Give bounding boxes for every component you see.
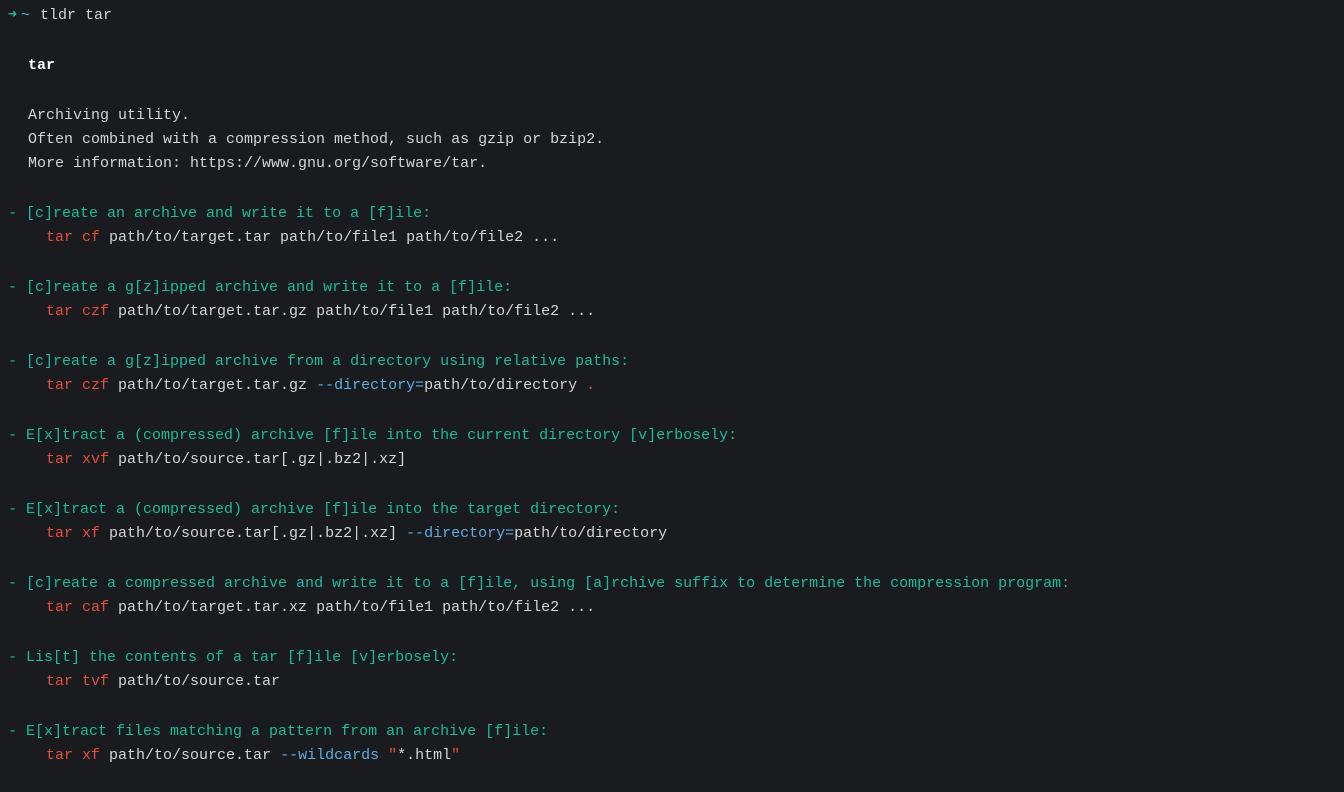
example-desc-text: [c]reate a g[z]ipped archive from a dire… <box>26 353 629 370</box>
example-desc-text: E[x]tract a (compressed) archive [f]ile … <box>26 427 737 444</box>
cmd-keyword: tar xf <box>46 747 100 764</box>
cmd-flag: --directory= <box>316 377 424 394</box>
example-desc-text: [c]reate a compressed archive and write … <box>26 575 1070 592</box>
example-description: - E[x]tract files matching a pattern fro… <box>8 720 1336 744</box>
cmd-arg: path/to/target.tar path/to/file1 path/to… <box>100 229 559 246</box>
cmd-arg: path/to/directory <box>514 525 667 542</box>
cmd-keyword: tar caf <box>46 599 109 616</box>
example-command: tar tvf path/to/source.tar <box>28 670 1336 694</box>
example-command: tar xf path/to/source.tar[.gz|.bz2|.xz] … <box>28 522 1336 546</box>
example-desc-text: Lis[t] the contents of a tar [f]ile [v]e… <box>26 649 458 666</box>
indent <box>28 525 46 542</box>
example-command: tar cf path/to/target.tar path/to/file1 … <box>28 226 1336 250</box>
bullet-dash: - <box>8 353 26 370</box>
examples-container: - [c]reate an archive and write it to a … <box>28 202 1336 768</box>
example-description: - E[x]tract a (compressed) archive [f]il… <box>8 498 1336 522</box>
cmd-arg: path/to/target.tar.gz path/to/file1 path… <box>109 303 595 320</box>
cmd-arg: path/to/directory <box>424 377 586 394</box>
example-desc-text: [c]reate an archive and write it to a [f… <box>26 205 431 222</box>
description-line: Archiving utility. <box>28 104 1336 128</box>
cmd-keyword: tar tvf <box>46 673 109 690</box>
example-description: - Lis[t] the contents of a tar [f]ile [v… <box>8 646 1336 670</box>
example-desc-text: E[x]tract a (compressed) archive [f]ile … <box>26 501 620 518</box>
example-block: - [c]reate a g[z]ipped archive and write… <box>28 276 1336 324</box>
example-description: - [c]reate a g[z]ipped archive and write… <box>8 276 1336 300</box>
description-line: Often combined with a compression method… <box>28 128 1336 152</box>
example-description: - E[x]tract a (compressed) archive [f]il… <box>8 424 1336 448</box>
description-block: Archiving utility.Often combined with a … <box>28 104 1336 176</box>
indent <box>28 303 46 320</box>
shell-prompt[interactable]: ➜ ~ tldr tar <box>8 4 1336 28</box>
cmd-arg: path/to/target.tar.xz path/to/file1 path… <box>109 599 595 616</box>
cmd-flag: --wildcards <box>280 747 388 764</box>
bullet-dash: - <box>8 279 26 296</box>
example-description: - [c]reate a compressed archive and writ… <box>8 572 1336 596</box>
cmd-keyword: " <box>388 747 397 764</box>
cmd-arg: path/to/source.tar <box>109 673 280 690</box>
example-command: tar czf path/to/target.tar.gz path/to/fi… <box>28 300 1336 324</box>
bullet-dash: - <box>8 501 26 518</box>
bullet-dash: - <box>8 575 26 592</box>
indent <box>28 451 46 468</box>
indent <box>28 599 46 616</box>
cmd-keyword: . <box>586 377 595 394</box>
example-block: - [c]reate a compressed archive and writ… <box>28 572 1336 620</box>
indent <box>28 747 46 764</box>
bullet-dash: - <box>8 723 26 740</box>
cmd-arg: path/to/target.tar.gz <box>109 377 316 394</box>
example-desc-text: E[x]tract files matching a pattern from … <box>26 723 548 740</box>
tldr-output: tar Archiving utility.Often combined wit… <box>8 54 1336 768</box>
example-block: - [c]reate a g[z]ipped archive from a di… <box>28 350 1336 398</box>
bullet-dash: - <box>8 205 26 222</box>
indent <box>28 673 46 690</box>
arrow-icon: ➜ <box>8 4 17 28</box>
cmd-keyword: " <box>451 747 460 764</box>
bullet-dash: - <box>8 427 26 444</box>
cmd-arg: *.html <box>397 747 451 764</box>
example-command: tar caf path/to/target.tar.xz path/to/fi… <box>28 596 1336 620</box>
example-command: tar xvf path/to/source.tar[.gz|.bz2|.xz] <box>28 448 1336 472</box>
example-block: - E[x]tract files matching a pattern fro… <box>28 720 1336 768</box>
description-line: More information: https://www.gnu.org/so… <box>28 152 1336 176</box>
prompt-dir: ~ <box>21 4 30 28</box>
example-block: - Lis[t] the contents of a tar [f]ile [v… <box>28 646 1336 694</box>
bullet-dash: - <box>8 649 26 666</box>
cmd-keyword: tar xf <box>46 525 100 542</box>
example-desc-text: [c]reate a g[z]ipped archive and write i… <box>26 279 512 296</box>
typed-command: tldr tar <box>40 4 112 28</box>
cmd-flag: --directory= <box>406 525 514 542</box>
cmd-keyword: tar cf <box>46 229 100 246</box>
cmd-keyword: tar czf <box>46 377 109 394</box>
indent <box>28 377 46 394</box>
indent <box>28 229 46 246</box>
page-title: tar <box>28 54 1336 78</box>
cmd-keyword: tar xvf <box>46 451 109 468</box>
example-block: - [c]reate an archive and write it to a … <box>28 202 1336 250</box>
example-description: - [c]reate an archive and write it to a … <box>8 202 1336 226</box>
example-command: tar xf path/to/source.tar --wildcards "*… <box>28 744 1336 768</box>
example-command: tar czf path/to/target.tar.gz --director… <box>28 374 1336 398</box>
example-block: - E[x]tract a (compressed) archive [f]il… <box>28 498 1336 546</box>
cmd-keyword: tar czf <box>46 303 109 320</box>
example-block: - E[x]tract a (compressed) archive [f]il… <box>28 424 1336 472</box>
cmd-arg: path/to/source.tar <box>100 747 280 764</box>
cmd-arg: path/to/source.tar[.gz|.bz2|.xz] <box>109 451 406 468</box>
example-description: - [c]reate a g[z]ipped archive from a di… <box>8 350 1336 374</box>
cmd-arg: path/to/source.tar[.gz|.bz2|.xz] <box>100 525 406 542</box>
